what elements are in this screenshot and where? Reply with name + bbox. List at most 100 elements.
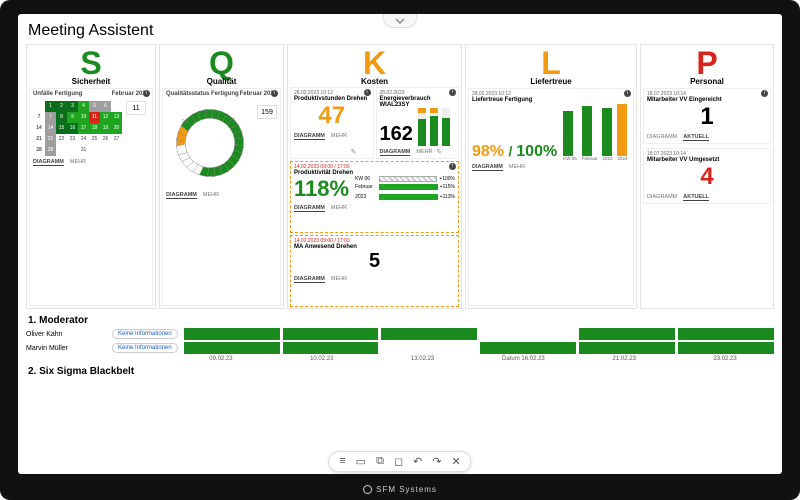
note-icon[interactable]: ▭ (356, 455, 366, 468)
info-icon[interactable]: i (364, 89, 371, 96)
copy-icon[interactable]: ⧉ (376, 455, 384, 468)
schedule-date: 13.02.23 (374, 356, 472, 362)
menu-icon[interactable]: ≡ (339, 455, 345, 468)
tab-aktuell[interactable]: AKTUELL (683, 194, 709, 201)
schedule-cell[interactable] (283, 328, 379, 340)
undo-icon[interactable]: ↶ (413, 455, 422, 468)
column-liefertreue: L Liefertreue i 28.02.2023 10:12 Liefert… (465, 44, 637, 309)
svg-text:26: 26 (182, 120, 188, 126)
device-brand: SFM Systems (363, 485, 437, 494)
moderator-row: Marvin MüllerKeine Informationen (26, 342, 774, 354)
tab-diagramm[interactable]: DIAGRAMM (33, 159, 64, 166)
liefertreue-target: 100% (516, 143, 557, 160)
subtitle-sicherheit: Sicherheit (27, 77, 155, 86)
schedule-cell[interactable] (480, 328, 576, 340)
tab-diagramm[interactable]: DIAGRAMM (166, 192, 197, 199)
schedule-date: 09.02.23 (172, 356, 270, 362)
schedule-cell[interactable] (480, 342, 576, 354)
info-icon[interactable]: i (449, 163, 456, 170)
schedule-cell[interactable] (678, 328, 774, 340)
svg-text:4: 4 (231, 118, 234, 124)
tab-aktuell[interactable]: AKTUELL (683, 134, 709, 141)
planned-value: 1 (647, 103, 767, 131)
schedule-cell[interactable] (184, 342, 280, 354)
sixsigma-heading: 2. Six Sigma Blackbelt (28, 366, 774, 377)
select-icon[interactable]: ◻ (394, 455, 403, 468)
tab-mehr[interactable]: MEHR (331, 205, 347, 212)
tab-diagramm[interactable]: DIAGRAMM (294, 133, 325, 140)
no-info-button[interactable]: Keine Informationen (112, 329, 178, 339)
tab-mehr[interactable]: MEHR (331, 276, 347, 283)
moderator-heading: 1. Moderator (28, 315, 774, 326)
panel-title-qualitaet: Qualitätsstatus Fertigung (166, 91, 239, 97)
tab-mehr[interactable]: MEHR (416, 149, 432, 156)
schedule-date: 23.02.23 (676, 356, 774, 362)
tab-diagramm[interactable]: DIAGRAMM (294, 205, 325, 212)
prodhours-value: 47 (294, 102, 370, 130)
redo-icon[interactable]: ↷ (432, 455, 441, 468)
tab-mehr[interactable]: MEHR (509, 164, 525, 171)
schedule-cell[interactable] (381, 328, 477, 340)
info-icon[interactable]: i (624, 90, 631, 97)
floating-toolbar: ≡ ▭ ⧉ ◻ ↶ ↷ ✕ (328, 451, 471, 472)
svg-text:1: 1 (205, 109, 208, 115)
subtitle-personal: Personal (641, 77, 773, 86)
schedule-cell[interactable] (283, 342, 379, 354)
pencil-icon[interactable]: ✎ (436, 148, 442, 156)
turnover-value: 4 (647, 163, 767, 191)
subtitle-qualitaet: Qualität (160, 77, 283, 86)
pencil-icon[interactable]: ✎ (351, 148, 357, 156)
column-sicherheit: S Sicherheit Unfälle Fertigung Februar 2… (26, 44, 156, 309)
tab-diagramm[interactable]: DIAGRAMM (472, 164, 503, 171)
letter-q: Q (160, 45, 283, 79)
tab-diagramm[interactable]: DIAGRAMM (294, 276, 325, 283)
letter-l: L (466, 45, 636, 79)
moderator-row: Oliver KahnKeine Informationen (26, 328, 774, 340)
chevron-down-icon (395, 18, 405, 24)
card-productivity[interactable]: i 14.02.2023 09:00 / 17:00 Produktivität… (290, 161, 459, 233)
tab-diagramm[interactable]: DIAGRAMM (647, 194, 677, 201)
tab-diagramm[interactable]: DIAGRAMM (380, 149, 411, 156)
tab-mehr[interactable]: MEHR (203, 192, 219, 199)
tab-mehr[interactable]: MEHR (70, 159, 86, 166)
tab-diagramm[interactable]: DIAGRAMM (647, 134, 677, 141)
info-icon[interactable]: i (449, 89, 456, 96)
quality-ring-chart[interactable]: 26 1 4 (166, 99, 254, 187)
column-personal: P Personal i 18.07.2023 10:14 Mitarbeite… (640, 44, 774, 309)
info-icon[interactable]: i (143, 90, 150, 97)
subtitle-kosten: Kosten (288, 77, 461, 86)
no-info-button[interactable]: Keine Informationen (112, 343, 178, 353)
liefertreue-actual: 98% (472, 143, 504, 160)
schedule-cell[interactable] (678, 342, 774, 354)
panel-title-sicherheit: Unfälle Fertigung (33, 91, 82, 97)
schedule-cell[interactable] (381, 342, 477, 354)
letter-s: S (27, 45, 155, 79)
card-planned[interactable]: i 18.07.2023 10:14 Mitarbeiter VV Einger… (643, 88, 771, 144)
energy-value: 162 (380, 123, 413, 146)
letter-p: P (641, 45, 773, 79)
column-kosten: K Kosten i 28.02.2023 10:12 Produktivstu… (287, 44, 462, 309)
info-icon[interactable]: i (271, 90, 278, 97)
tab-mehr[interactable]: MEHR (331, 133, 347, 140)
schedule-cell[interactable] (184, 328, 280, 340)
info-icon[interactable]: i (761, 90, 768, 97)
quality-side-value: 159 (257, 105, 277, 119)
card-attendance[interactable]: 14.02.2023 09:00 / 17:00 MA Anwesend Dre… (290, 235, 459, 307)
schedule-cell[interactable] (579, 342, 675, 354)
subtitle-liefertreue: Liefertreue (466, 77, 636, 86)
productivity-bars: KW 06+100% Februar+115% 2023+113% (355, 176, 455, 202)
schedule-row (184, 328, 774, 340)
close-icon[interactable]: ✕ (452, 455, 461, 468)
card-turnover[interactable]: 18.07.2023 10:14 Mitarbeiter VV Umgesetz… (643, 148, 771, 204)
safety-side-value: 11 (126, 101, 146, 115)
attendance-value: 5 (294, 250, 455, 273)
schedule-cell[interactable] (579, 328, 675, 340)
moderator-section: 1. Moderator Oliver KahnKeine Informatio… (26, 315, 774, 377)
card-energy[interactable]: i 28.02.2023 Energieverbrauch WIAL23SY 1… (376, 87, 460, 159)
schedule-date: 21.02.23 (575, 356, 673, 362)
productivity-value: 118% (294, 176, 349, 202)
top-handle[interactable] (383, 14, 417, 28)
column-qualitaet: Q Qualität Qualitätsstatus Fertigung Feb… (159, 44, 284, 309)
card-prodhours[interactable]: i 28.02.2023 10:12 Produktivstunden Dreh… (290, 87, 374, 159)
safety-heatmap[interactable]: 123456 778910111213 1414151617181920 212… (33, 101, 122, 156)
